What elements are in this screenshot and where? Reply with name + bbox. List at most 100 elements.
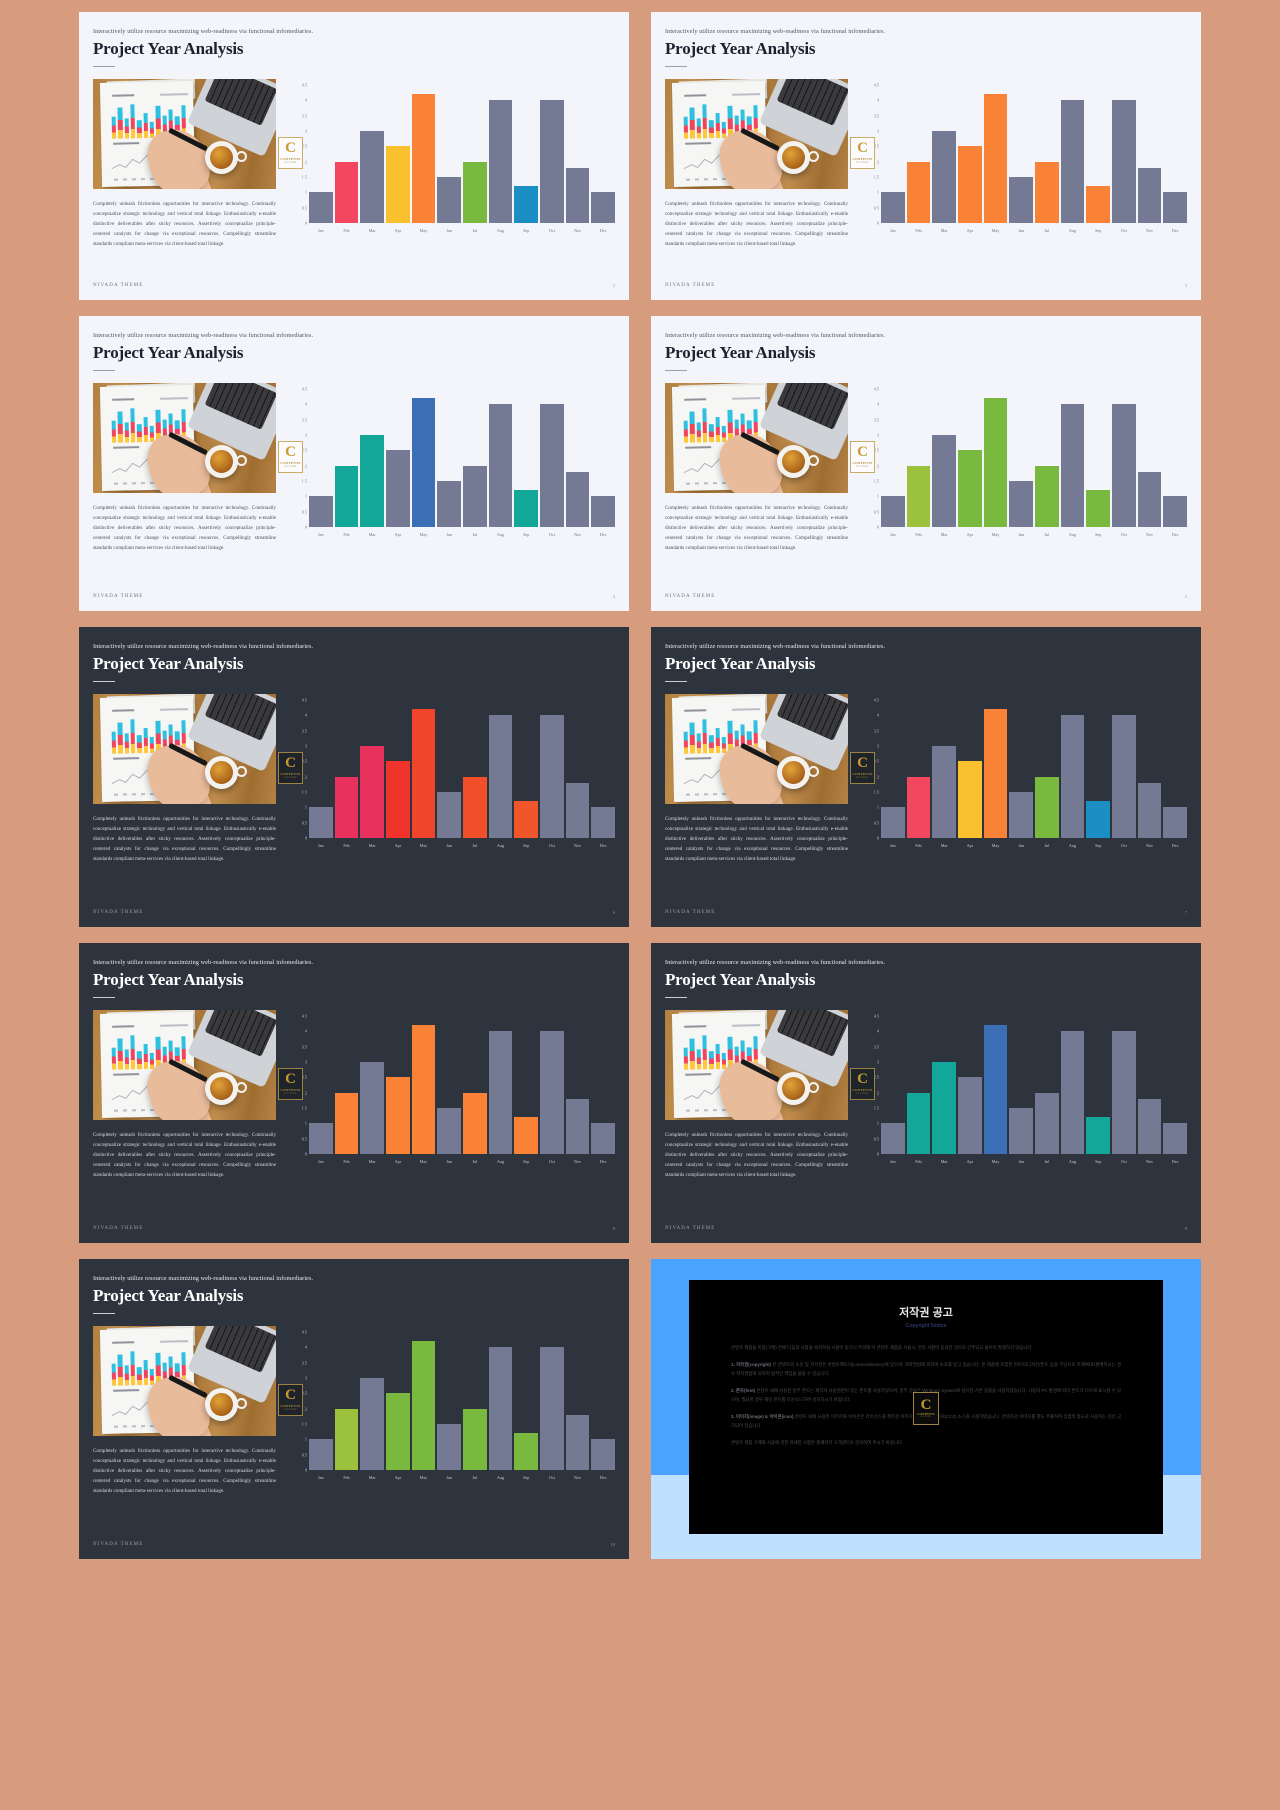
bar-may[interactable] — [983, 1025, 1008, 1154]
bar-jun[interactable] — [437, 177, 462, 223]
bar-jul[interactable] — [463, 1092, 487, 1154]
bar-may[interactable] — [411, 1025, 436, 1154]
bar-mar[interactable] — [360, 131, 385, 223]
bar-jul[interactable] — [1035, 1092, 1059, 1154]
bar-nov[interactable] — [1137, 1098, 1162, 1154]
bar-may[interactable] — [411, 1341, 436, 1470]
bar-dec[interactable] — [1163, 496, 1188, 527]
bar-apr[interactable] — [386, 1393, 410, 1470]
bar-sep[interactable] — [514, 186, 539, 223]
bar-jul[interactable] — [463, 776, 487, 838]
bar-sep[interactable] — [1086, 1117, 1111, 1154]
bar-jul[interactable] — [463, 465, 487, 527]
bar-nov[interactable] — [565, 782, 590, 838]
bar-apr[interactable] — [958, 450, 982, 527]
bar-may[interactable] — [983, 709, 1008, 838]
bar-chart[interactable]: C CONTENTS FACTORY 4.5 4 3.5 3 2.5 2 1.5 1 0.5 0 … — [278, 1014, 616, 1171]
bar-chart[interactable]: C CONTENTS FACTORY 4.5 4 3.5 3 2.5 2 1.5 1 0.5 0 … — [850, 698, 1188, 855]
bar-jan[interactable] — [881, 807, 905, 838]
bar-jun[interactable] — [1009, 1108, 1034, 1154]
bar-dec[interactable] — [591, 807, 616, 838]
bar-mar[interactable] — [932, 131, 957, 223]
bar-sep[interactable] — [514, 490, 539, 527]
bar-feb[interactable] — [906, 776, 931, 838]
bar-nov[interactable] — [1137, 167, 1162, 223]
bar-sep[interactable] — [514, 1433, 539, 1470]
bar-aug[interactable] — [488, 1031, 513, 1154]
bar-feb[interactable] — [334, 776, 359, 838]
bar-oct[interactable] — [1112, 100, 1136, 223]
bar-dec[interactable] — [591, 496, 616, 527]
bar-jan[interactable] — [309, 807, 333, 838]
presentation-slide-9[interactable]: Interactively utilize resource maximizin… — [651, 943, 1201, 1243]
bar-feb[interactable] — [906, 465, 931, 527]
bar-feb[interactable] — [906, 161, 931, 223]
bar-mar[interactable] — [932, 435, 957, 527]
bar-apr[interactable] — [386, 146, 410, 223]
bar-mar[interactable] — [932, 1062, 957, 1154]
bar-jun[interactable] — [1009, 177, 1034, 223]
bar-aug[interactable] — [488, 715, 513, 838]
bar-apr[interactable] — [958, 1077, 982, 1154]
bar-aug[interactable] — [1060, 100, 1085, 223]
bar-chart[interactable]: C CONTENTS FACTORY 4.5 4 3.5 3 2.5 2 1.5 1 0.5 0 … — [850, 387, 1188, 544]
bar-chart[interactable]: C CONTENTS FACTORY 4.5 4 3.5 3 2.5 2 1.5 1 0.5 0 … — [850, 83, 1188, 240]
bar-may[interactable] — [983, 94, 1008, 223]
bar-apr[interactable] — [958, 146, 982, 223]
bar-mar[interactable] — [932, 746, 957, 838]
bar-oct[interactable] — [1112, 715, 1136, 838]
bar-jan[interactable] — [309, 496, 333, 527]
bar-aug[interactable] — [488, 1347, 513, 1470]
presentation-slide-4[interactable]: Interactively utilize resource maximizin… — [79, 316, 629, 611]
bar-mar[interactable] — [360, 1378, 385, 1470]
bar-chart[interactable]: C CONTENTS FACTORY 4.5 4 3.5 3 2.5 2 1.5 1 0.5 0 … — [278, 1330, 616, 1487]
presentation-slide-6[interactable]: Interactively utilize resource maximizin… — [79, 627, 629, 927]
bar-dec[interactable] — [1163, 192, 1188, 223]
bar-sep[interactable] — [514, 1117, 539, 1154]
bar-oct[interactable] — [540, 100, 564, 223]
bar-oct[interactable] — [1112, 1031, 1136, 1154]
bar-oct[interactable] — [540, 1031, 564, 1154]
bar-aug[interactable] — [488, 404, 513, 527]
bar-chart[interactable]: C CONTENTS FACTORY 4.5 4 3.5 3 2.5 2 1.5 1 0.5 0 … — [278, 83, 616, 240]
bar-mar[interactable] — [360, 435, 385, 527]
bar-jan[interactable] — [309, 1123, 333, 1154]
bar-nov[interactable] — [565, 1414, 590, 1470]
bar-jul[interactable] — [1035, 776, 1059, 838]
bar-apr[interactable] — [386, 1077, 410, 1154]
bar-jul[interactable] — [1035, 465, 1059, 527]
bar-nov[interactable] — [565, 167, 590, 223]
bar-nov[interactable] — [565, 471, 590, 527]
presentation-slide-7[interactable]: Interactively utilize resource maximizin… — [651, 627, 1201, 927]
bar-aug[interactable] — [1060, 715, 1085, 838]
copyright-notice-slide[interactable]: 저작권 공고 Copyright Notice 콘텐츠 제품을 이용(구매) 전에 … — [651, 1259, 1201, 1559]
bar-oct[interactable] — [540, 1347, 564, 1470]
bar-mar[interactable] — [360, 746, 385, 838]
bar-jun[interactable] — [437, 481, 462, 527]
bar-may[interactable] — [411, 94, 436, 223]
bar-apr[interactable] — [386, 450, 410, 527]
bar-sep[interactable] — [1086, 186, 1111, 223]
bar-may[interactable] — [411, 709, 436, 838]
bar-aug[interactable] — [1060, 404, 1085, 527]
bar-aug[interactable] — [1060, 1031, 1085, 1154]
bar-jan[interactable] — [881, 1123, 905, 1154]
bar-dec[interactable] — [1163, 807, 1188, 838]
bar-sep[interactable] — [1086, 801, 1111, 838]
bar-feb[interactable] — [906, 1092, 931, 1154]
bar-oct[interactable] — [1112, 404, 1136, 527]
bar-feb[interactable] — [334, 161, 359, 223]
bar-jul[interactable] — [1035, 161, 1059, 223]
bar-nov[interactable] — [1137, 471, 1162, 527]
presentation-slide-3[interactable]: Interactively utilize resource maximizin… — [651, 12, 1201, 300]
bar-sep[interactable] — [514, 801, 539, 838]
bar-oct[interactable] — [540, 404, 564, 527]
bar-jan[interactable] — [309, 192, 333, 223]
bar-chart[interactable]: C CONTENTS FACTORY 4.5 4 3.5 3 2.5 2 1.5 1 0.5 0 … — [278, 698, 616, 855]
bar-jul[interactable] — [463, 161, 487, 223]
bar-jul[interactable] — [463, 1408, 487, 1470]
bar-chart[interactable]: C CONTENTS FACTORY 4.5 4 3.5 3 2.5 2 1.5 1 0.5 0 … — [850, 1014, 1188, 1171]
bar-dec[interactable] — [1163, 1123, 1188, 1154]
bar-nov[interactable] — [1137, 782, 1162, 838]
bar-oct[interactable] — [540, 715, 564, 838]
